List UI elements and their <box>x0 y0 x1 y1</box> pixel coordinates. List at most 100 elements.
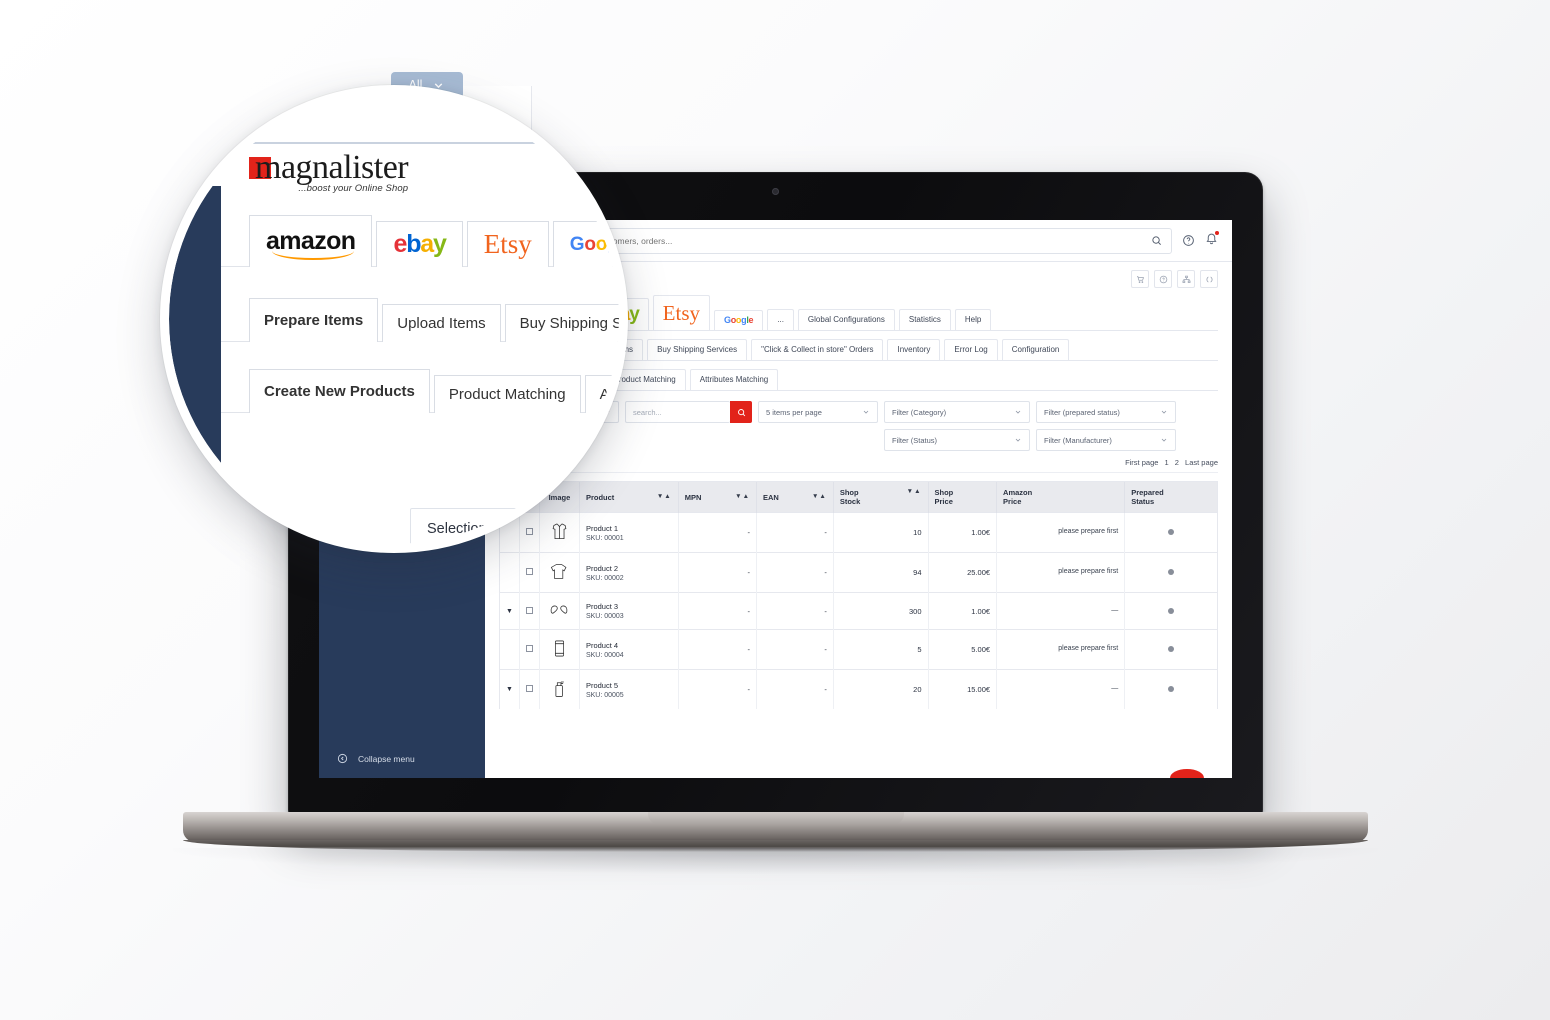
mag-selection-dropdown[interactable]: Selection (0 selected) <box>410 508 615 544</box>
mag-tab-attributes-matching-label: Attributes Matchi <box>599 386 619 403</box>
items-per-page-dropdown[interactable]: 5 items per page <box>758 401 878 424</box>
sort-arrows-icon[interactable]: ▼▲ <box>812 493 827 501</box>
pagination-first[interactable]: First page <box>1125 458 1158 467</box>
sweater-icon <box>550 562 568 581</box>
mag-tab-google[interactable]: Google <box>552 221 619 267</box>
row-ean: - <box>756 669 834 710</box>
table-row[interactable]: Product 4 SKU: 00004 - - 5 5.00€ please … <box>500 629 1217 670</box>
sidebar-collapse-button[interactable]: Collapse menu <box>337 753 415 764</box>
chevron-down-icon <box>862 408 870 416</box>
row-expand-toggle[interactable]: ▼ <box>500 669 520 710</box>
row-checkbox[interactable] <box>525 685 533 693</box>
sort-arrows-icon[interactable]: ▼▲ <box>907 488 922 496</box>
sort-arrows-icon[interactable]: ▼▲ <box>735 493 750 501</box>
mag-tab-create-new-products[interactable]: Create New Products <box>249 369 430 413</box>
th-shop-stock[interactable]: ▼▲ Shop Stock <box>833 482 929 513</box>
row-image-cell <box>539 552 580 593</box>
tab-click-collect-orders[interactable]: "Click & Collect in store" Orders <box>751 339 884 361</box>
filter-manufacturer-dropdown[interactable]: Filter (Manufacturer) <box>1036 429 1176 452</box>
table-search-button[interactable] <box>730 401 752 424</box>
row-select-cell[interactable] <box>519 592 540 630</box>
mag-tab-upload-items-label: Upload Items <box>397 315 486 332</box>
magnified-page: magnalister ...boost your Online Shop am… <box>220 94 619 544</box>
tab-more-label: ... <box>777 315 784 325</box>
google-logo: Google <box>569 233 619 255</box>
tab-help[interactable]: Help <box>954 309 992 331</box>
mag-tab-prepare-items[interactable]: Prepare Items <box>249 298 379 342</box>
tab-inventory[interactable]: Inventory <box>887 339 941 361</box>
row-shop-price: 5.00€ <box>928 629 998 670</box>
table-search-placeholder: search... <box>633 407 662 417</box>
row-select-cell[interactable] <box>519 629 540 670</box>
mag-tab-upload-items[interactable]: Upload Items <box>382 304 501 342</box>
filter-status-dropdown[interactable]: Filter (Status) <box>884 429 1030 452</box>
mag-tab-amazon[interactable]: amazon <box>249 215 373 267</box>
help-icon[interactable] <box>1154 270 1172 288</box>
row-amazon-price: — <box>996 669 1126 710</box>
th-ean[interactable]: ▼▲ EAN <box>756 482 834 513</box>
filter-category-dropdown[interactable]: Filter (Category) <box>884 401 1030 424</box>
tab-attributes-matching[interactable]: Attributes Matching <box>689 369 779 391</box>
pagination-page-1[interactable]: 1 <box>1165 458 1169 467</box>
tab-statistics[interactable]: Statistics <box>898 309 951 331</box>
row-ean: - <box>756 592 834 630</box>
table-row[interactable]: ▼ <box>500 669 1217 710</box>
table-row[interactable]: Product 2 SKU: 00002 - - 94 25.00€ pleas… <box>500 552 1217 593</box>
row-checkbox[interactable] <box>525 568 533 576</box>
row-select-cell[interactable] <box>519 552 540 593</box>
help-circle-icon[interactable] <box>1182 234 1195 247</box>
search-icon[interactable] <box>1151 235 1162 246</box>
sitemap-icon[interactable] <box>1177 270 1195 288</box>
row-checkbox[interactable] <box>525 645 533 653</box>
chevron-left-circle-icon <box>337 753 348 764</box>
row-amazon-price-text: please prepare first <box>1058 645 1119 653</box>
tab-global-configurations[interactable]: Global Configurations <box>797 309 895 331</box>
sort-arrows-icon[interactable]: ▼▲ <box>657 493 672 501</box>
row-amazon-price: please prepare first <box>996 629 1126 670</box>
row-expand-toggle[interactable] <box>500 629 520 670</box>
sidebar-collapse-label: Collapse menu <box>358 753 415 764</box>
row-amazon-price: please prepare first <box>996 512 1126 553</box>
mag-tab-buy-shipping-services[interactable]: Buy Shipping Services <box>504 304 619 342</box>
filter-column-left: Filter (Category) Filter (Status) <box>884 401 1030 452</box>
mag-tab-etsy[interactable]: Etsy <box>466 221 549 267</box>
row-select-cell[interactable] <box>519 669 540 710</box>
tab-buy-shipping-services[interactable]: Buy Shipping Services <box>647 339 748 361</box>
tab-google[interactable]: Google <box>714 310 764 331</box>
row-image-cell <box>539 629 580 670</box>
code-icon[interactable] <box>1200 270 1218 288</box>
global-search[interactable] <box>531 227 1172 254</box>
webcam-icon <box>772 188 779 195</box>
product-sku: SKU: 00004 <box>585 651 624 659</box>
topbar-icons <box>1182 230 1219 250</box>
mag-tab-prepare-items-label: Prepare Items <box>264 312 364 329</box>
mag-tab-ebay[interactable]: ebay <box>376 221 463 267</box>
table-search-field[interactable]: search... <box>625 401 730 424</box>
row-expand-toggle[interactable] <box>500 552 520 593</box>
chevron-down-icon <box>581 521 598 538</box>
tab-etsy[interactable]: Etsy <box>652 295 711 331</box>
th-mpn[interactable]: ▼▲ MPN <box>678 482 758 513</box>
row-shop-price: 1.00€ <box>928 592 998 630</box>
mag-tab-product-matching[interactable]: Product Matching <box>433 375 581 413</box>
mag-selection-label: Selection (0 selected) <box>427 521 567 537</box>
pagination-last[interactable]: Last page <box>1185 458 1218 467</box>
search-input[interactable] <box>541 235 1145 246</box>
product-sku: SKU: 00002 <box>585 574 624 582</box>
product-sku: SKU: 00003 <box>585 613 624 621</box>
row-expand-toggle[interactable]: ▼ <box>500 592 520 630</box>
magnalister-logo: magnalister ...boost your Online Shop <box>249 151 409 194</box>
table-row[interactable]: ▼ <box>500 592 1217 630</box>
tab-more[interactable]: ... <box>767 309 794 331</box>
filter-prepared-status-dropdown[interactable]: Filter (prepared status) <box>1036 401 1176 424</box>
tab-error-log[interactable]: Error Log <box>944 339 998 361</box>
mag-tab-attributes-matching[interactable]: Attributes Matchi <box>584 375 619 413</box>
cart-icon[interactable] <box>1131 270 1149 288</box>
row-checkbox[interactable] <box>525 606 533 614</box>
tab-configuration[interactable]: Configuration <box>1001 339 1070 361</box>
notifications-button[interactable] <box>1205 230 1219 250</box>
row-mpn: - <box>678 629 758 670</box>
table-search: search... <box>625 401 752 424</box>
pagination-page-2[interactable]: 2 <box>1175 458 1179 467</box>
laptop-shadow <box>173 848 1378 874</box>
